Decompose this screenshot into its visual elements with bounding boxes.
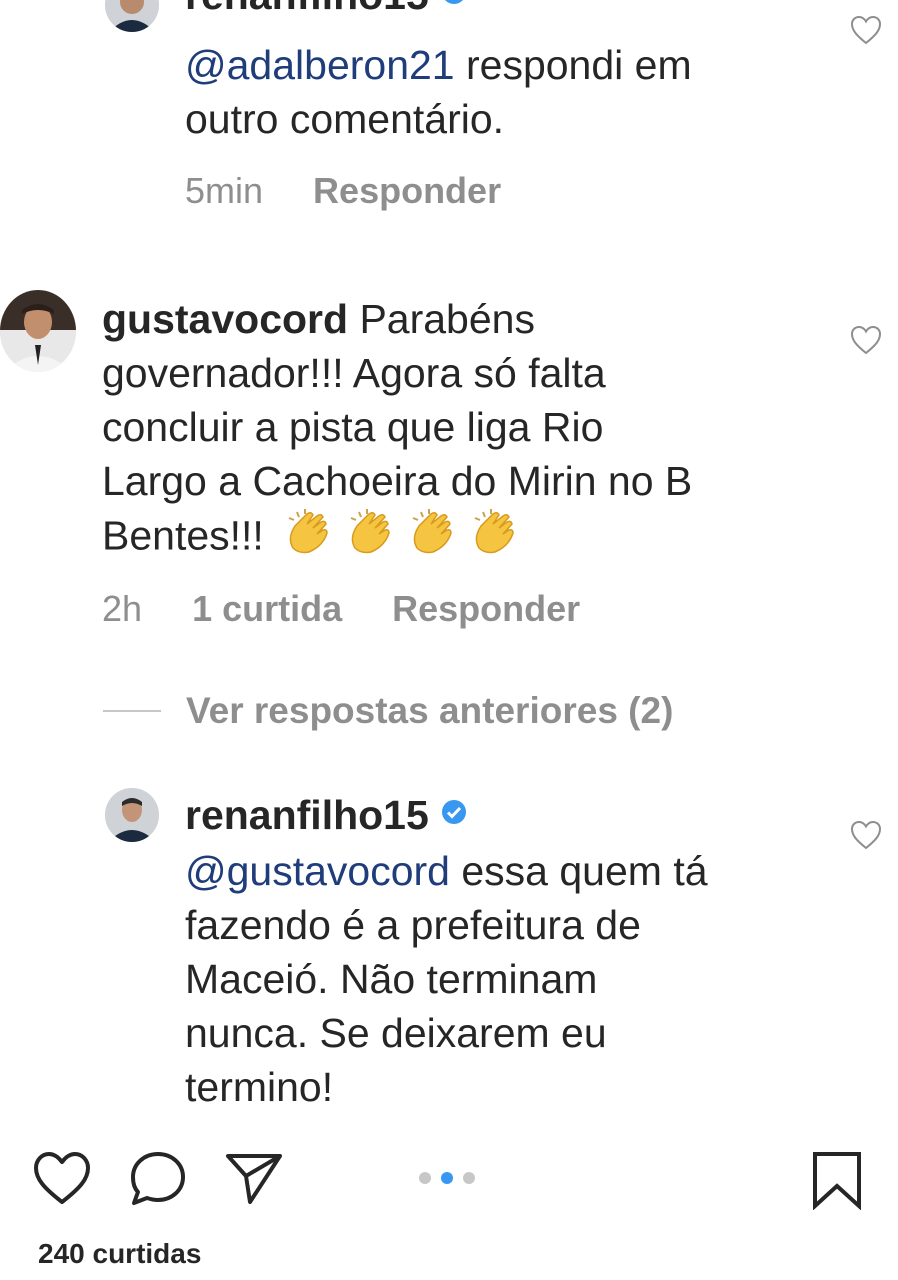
like-comment-heart-icon[interactable] [850, 820, 882, 850]
verified-badge-icon [441, 800, 466, 825]
comment-time: 5min [185, 170, 264, 211]
comment-reply-username[interactable]: renanfilho15 [185, 792, 429, 838]
comment-time: 2h [102, 588, 143, 629]
comment-reply-text: @gustavocord essa quem tá fazendo é a pr… [185, 844, 825, 1114]
comment-text-line: Largo a Cachoeira do Mirin no B [102, 458, 693, 504]
comment-text-line: concluir a pista que liga Rio [102, 404, 604, 450]
clapping-hands-emoji [285, 508, 535, 569]
reply-button[interactable]: Responder [313, 170, 501, 211]
carousel-dot [463, 1172, 475, 1184]
comment-text-line: respondi em [454, 42, 692, 88]
like-comment-heart-icon[interactable] [850, 15, 882, 45]
like-comment-heart-icon[interactable] [850, 325, 882, 355]
reply-button[interactable]: Responder [392, 588, 580, 629]
avatar-renanfilho15[interactable] [105, 788, 159, 842]
comment-top-username-row: renanfilho15 [185, 0, 467, 22]
avatar-gustavocord[interactable] [0, 290, 76, 372]
comment-text-line: outro comentário. [185, 96, 505, 142]
comment-main-text: gustavocord Parabéns governador!!! Agora… [102, 292, 822, 569]
avatar-renanfilho15-top[interactable] [105, 0, 159, 32]
comment-reply-username-row: renanfilho15 [185, 788, 467, 842]
view-previous-replies-button[interactable]: Ver respostas anteriores (2) [186, 690, 673, 732]
heart-icon[interactable] [32, 1150, 92, 1206]
comment-main-meta: 2h 1 curtida Responder [102, 588, 580, 630]
comment-top-meta: 5min Responder [185, 170, 501, 212]
carousel-indicator [414, 1171, 480, 1189]
comment-top-username[interactable]: renanfilho15 [185, 0, 429, 18]
comment-text-line: Parabéns [348, 296, 535, 342]
carousel-dot [419, 1172, 431, 1184]
share-icon[interactable] [224, 1150, 284, 1206]
comment-text-line: termino! [185, 1064, 334, 1110]
comment-icon[interactable] [128, 1150, 188, 1208]
comment-text-line: governador!!! Agora só falta [102, 350, 606, 396]
verified-badge-icon [444, 0, 463, 5]
view-replies-divider [103, 710, 161, 712]
carousel-dot-active [441, 1172, 453, 1184]
comment-top-text: @adalberon21 respondi em outro comentári… [185, 38, 825, 146]
comment-text-line: Bentes!!! [102, 512, 264, 559]
mention-link[interactable]: @gustavocord [185, 848, 450, 894]
comment-text-line: essa quem tá [449, 848, 708, 894]
mention-link[interactable]: @adalberon21 [185, 42, 455, 88]
bookmark-icon[interactable] [810, 1150, 864, 1210]
comment-text-line: nunca. Se deixarem eu [185, 1010, 607, 1056]
comment-main-username[interactable]: gustavocord [102, 296, 348, 342]
comment-text-line: Maceió. Não terminam [185, 956, 598, 1002]
comment-text-line: fazendo é a prefeitura de [185, 902, 641, 948]
post-likes-count[interactable]: 240 curtidas [38, 1238, 201, 1270]
comment-likes-count[interactable]: 1 curtida [192, 588, 342, 629]
